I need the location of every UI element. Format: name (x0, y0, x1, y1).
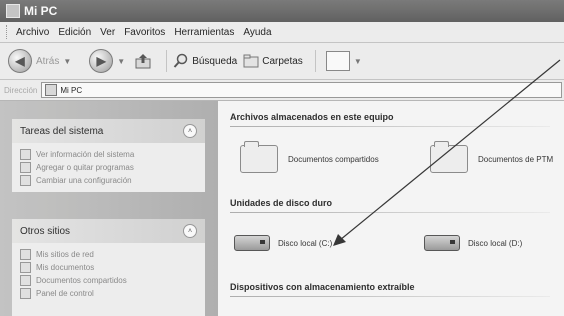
explorer-window: Mi PC Archivo Edición Ver Favoritos Herr… (0, 0, 564, 316)
annotation-arrow (333, 59, 561, 246)
